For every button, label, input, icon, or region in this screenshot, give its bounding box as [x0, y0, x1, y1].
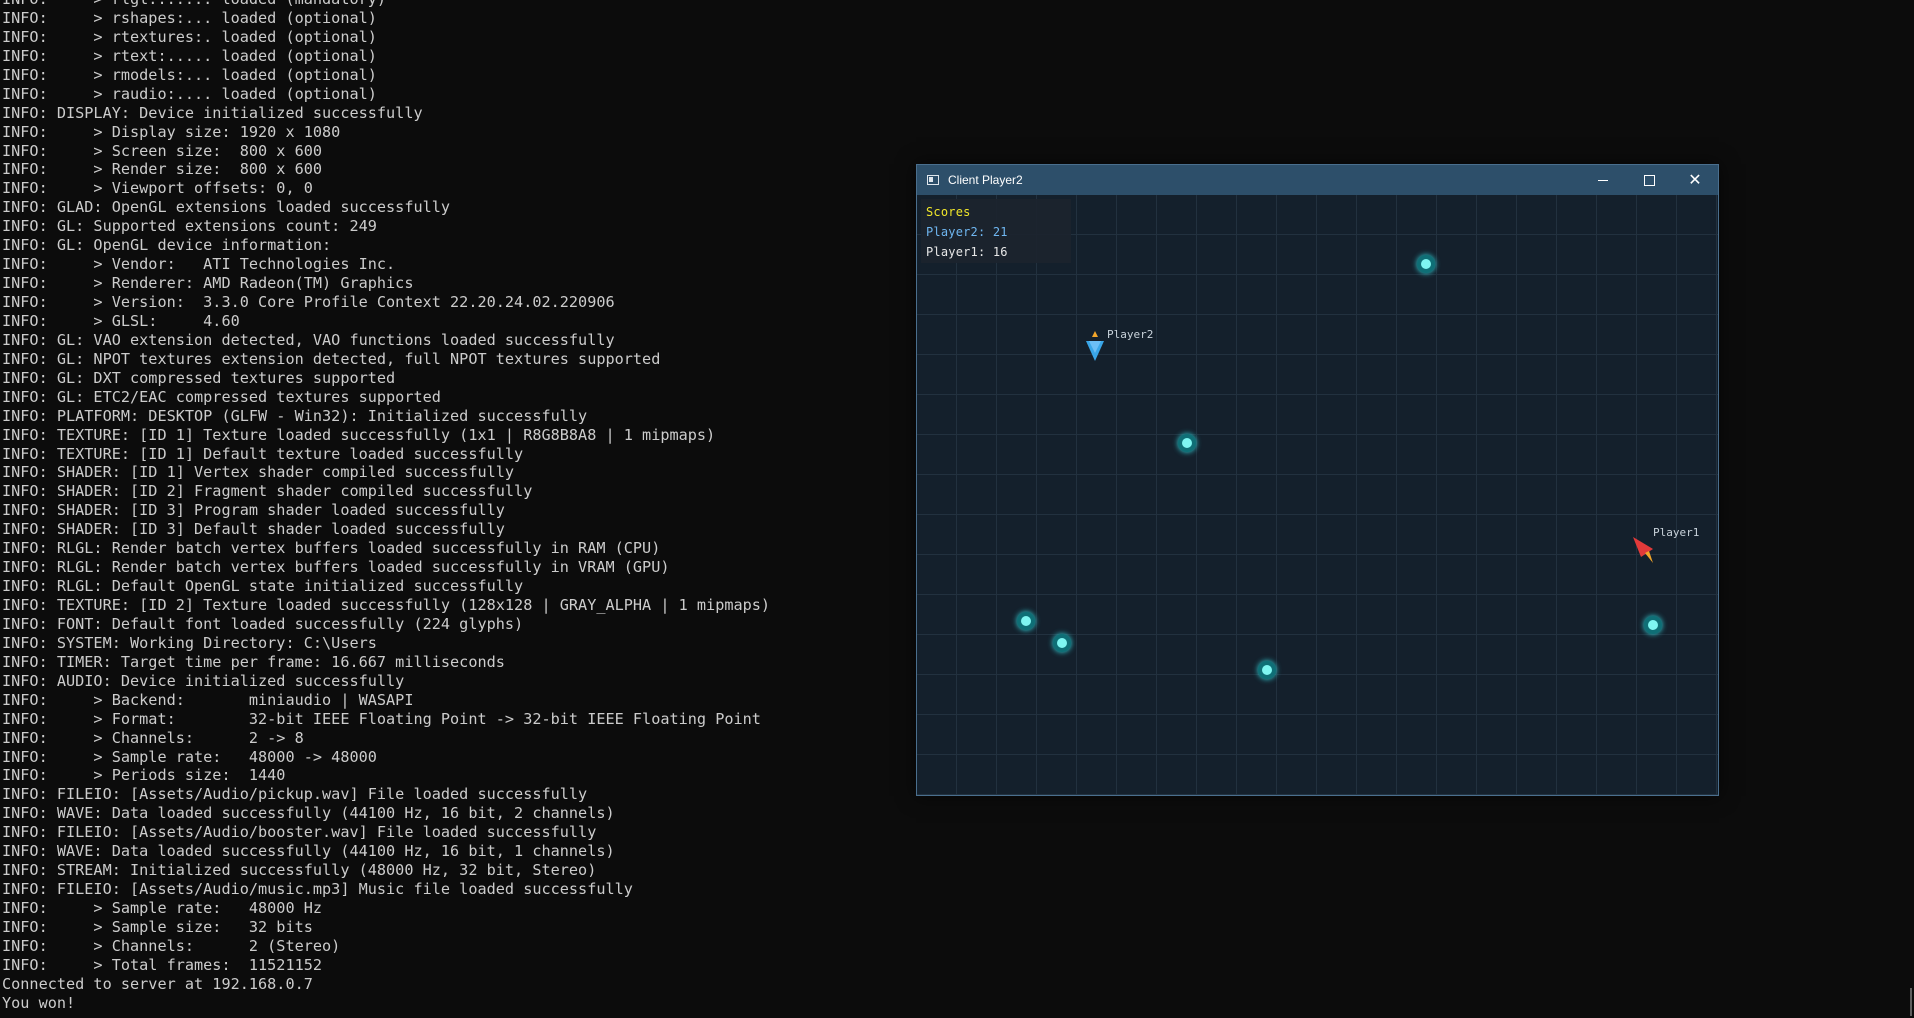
maximize-icon — [1643, 174, 1655, 186]
console-line: INFO: > rlgl:...... loaded (mandatory) — [0, 0, 1914, 9]
console-line: INFO: > Channels: 2 (Stereo) — [2, 936, 341, 955]
score-player2: Player2: 21 — [926, 225, 1008, 239]
pickup-orb — [1644, 616, 1662, 634]
close-button[interactable]: ✕ — [1672, 165, 1718, 195]
console-line: INFO: WAVE: Data loaded successfully (44… — [2, 804, 615, 823]
game-window[interactable]: Client Player2 ✕ Scores Player2: 21 Play… — [916, 164, 1719, 796]
console-line: INFO: WAVE: Data loaded successfully (44… — [2, 842, 615, 861]
console-line: INFO: DISPLAY: Device initialized succes… — [2, 103, 423, 122]
pickup-orb — [1178, 434, 1196, 452]
pickup-orb — [1053, 634, 1071, 652]
close-icon: ✕ — [1688, 170, 1702, 189]
console-line: INFO: > Sample rate: 48000 Hz — [2, 899, 323, 917]
console-line: Connected to server at 192.168.0.7 — [2, 974, 313, 993]
console-line: INFO: FILEIO: [Assets/Audio/booster.wav]… — [2, 823, 597, 842]
player2-label: Player2 — [1107, 328, 1154, 341]
pickup-orb — [1017, 612, 1035, 630]
minimize-button[interactable] — [1580, 165, 1626, 195]
console-line: INFO: > Sample size: 32 bits — [2, 917, 313, 936]
terminal-scrollbar[interactable] — [1910, 988, 1912, 1016]
app-window-icon — [927, 175, 939, 185]
player1-ship — [1633, 537, 1653, 563]
console-line: INFO: > rmodels:... loaded (optional) — [2, 65, 377, 84]
console-line: INFO: > Total frames: 11521152 — [2, 955, 323, 974]
score-panel: Scores Player2: 21 Player1: 16 — [921, 199, 1071, 263]
console-line: INFO: > rtext:..... loaded (optional) — [2, 46, 377, 65]
player1-label: Player1 — [1653, 526, 1700, 539]
console-line: You won! — [2, 993, 76, 1012]
console-line: INFO: > Screen size: 800 x 600 — [2, 141, 323, 160]
score-player1: Player1: 16 — [926, 245, 1008, 259]
scores-heading: Scores — [926, 205, 971, 219]
console-line: INFO: > rshapes:... loaded (optional) — [2, 8, 377, 27]
pickup-orb — [1417, 255, 1435, 273]
console-line: INFO: FILEIO: [Assets/Audio/music.mp3] M… — [2, 880, 633, 899]
console-line: INFO: > rtextures:. loaded (optional) — [2, 27, 377, 46]
maximize-button[interactable] — [1626, 165, 1672, 195]
pickup-orb — [1258, 661, 1276, 679]
minimize-icon — [1598, 179, 1608, 181]
window-titlebar[interactable]: Client Player2 ✕ — [917, 165, 1718, 195]
game-canvas[interactable]: Scores Player2: 21 Player1: 16 Player2 P… — [917, 195, 1718, 795]
console-line: INFO: > Display size: 1920 x 1080 — [2, 122, 341, 141]
window-controls: ✕ — [1580, 165, 1718, 195]
console-line: INFO: STREAM: Initialized successfully (… — [2, 861, 597, 880]
window-title: Client Player2 — [948, 173, 1023, 187]
console-line: INFO: > raudio:.... loaded (optional) — [2, 84, 377, 103]
